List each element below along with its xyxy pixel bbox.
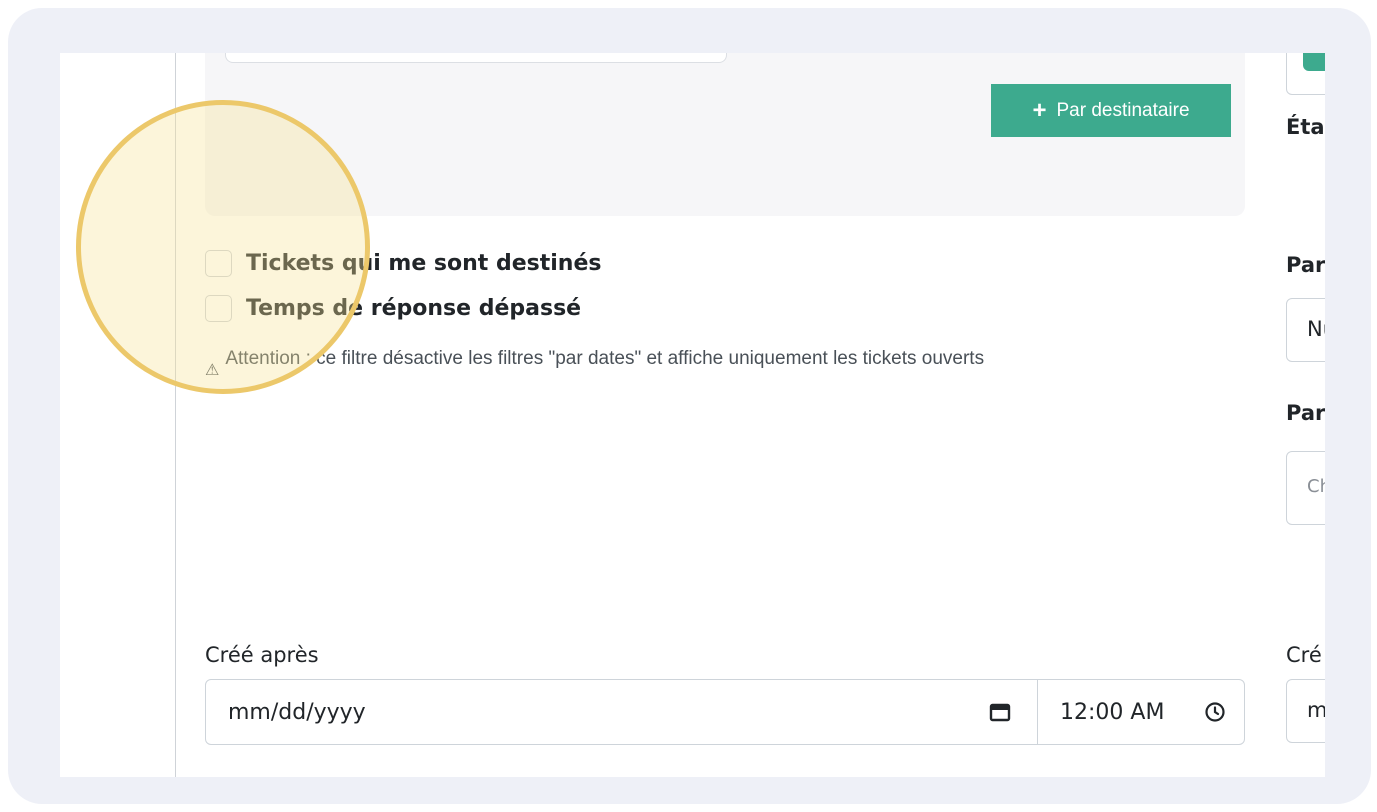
number-select[interactable]: Nu	[1286, 298, 1325, 362]
search-placeholder: Ch	[1307, 476, 1325, 497]
recipient-field[interactable]	[225, 53, 727, 63]
filters-viewport: + Par destinataire Tickets qui me sont d…	[60, 53, 1325, 777]
add-recipient-label: Par destinataire	[1056, 99, 1190, 121]
sidebar-divider	[175, 53, 176, 777]
state-chip[interactable]	[1303, 53, 1325, 71]
state-label: Éta	[1286, 115, 1325, 139]
checkbox-row-assigned-to-me[interactable]: Tickets qui me sont destinés	[205, 250, 601, 277]
recipient-filter-panel: + Par destinataire	[205, 53, 1245, 216]
plus-icon: +	[1032, 96, 1047, 124]
created-before-date-input[interactable]: m	[1286, 679, 1325, 743]
state-selector[interactable]	[1286, 53, 1325, 95]
right-filter-column: Éta Par Nu Par Ch Cré m	[1286, 53, 1325, 777]
number-select-value: Nu	[1307, 317, 1325, 341]
filter-warning: ⚠ Attention : ce filtre désactive les fi…	[205, 345, 1185, 385]
search-input[interactable]: Ch	[1286, 451, 1325, 525]
time-value: 12:00 AM	[1060, 699, 1165, 725]
date-placeholder: mm/dd/yyyy	[228, 699, 366, 725]
created-after-time-input[interactable]: 12:00 AM	[1038, 680, 1244, 744]
created-before-date-value: m	[1307, 698, 1325, 722]
checkbox-row-response-time-exceeded[interactable]: Temps de réponse dépassé	[205, 295, 581, 322]
response-time-exceeded-label[interactable]: Temps de réponse dépassé	[246, 296, 581, 321]
warning-text: Attention : ce filtre désactive les filt…	[225, 348, 985, 369]
add-recipient-button[interactable]: + Par destinataire	[991, 84, 1231, 137]
screenshot-frame: + Par destinataire Tickets qui me sont d…	[8, 8, 1371, 804]
created-after-input-group: mm/dd/yyyy 12:00 AM	[205, 679, 1245, 745]
par-label-2: Par	[1286, 401, 1325, 425]
created-before-label: Cré	[1286, 643, 1322, 667]
created-after-label: Créé après	[205, 643, 319, 667]
assigned-to-me-label[interactable]: Tickets qui me sont destinés	[246, 251, 601, 276]
response-time-exceeded-checkbox[interactable]	[205, 295, 232, 322]
warning-triangle-icon: ⚠	[205, 362, 220, 379]
calendar-icon[interactable]	[989, 702, 1011, 722]
assigned-to-me-checkbox[interactable]	[205, 250, 232, 277]
clock-icon[interactable]	[1204, 701, 1226, 723]
par-label-1: Par	[1286, 253, 1325, 277]
created-after-date-input[interactable]: mm/dd/yyyy	[206, 680, 1038, 744]
